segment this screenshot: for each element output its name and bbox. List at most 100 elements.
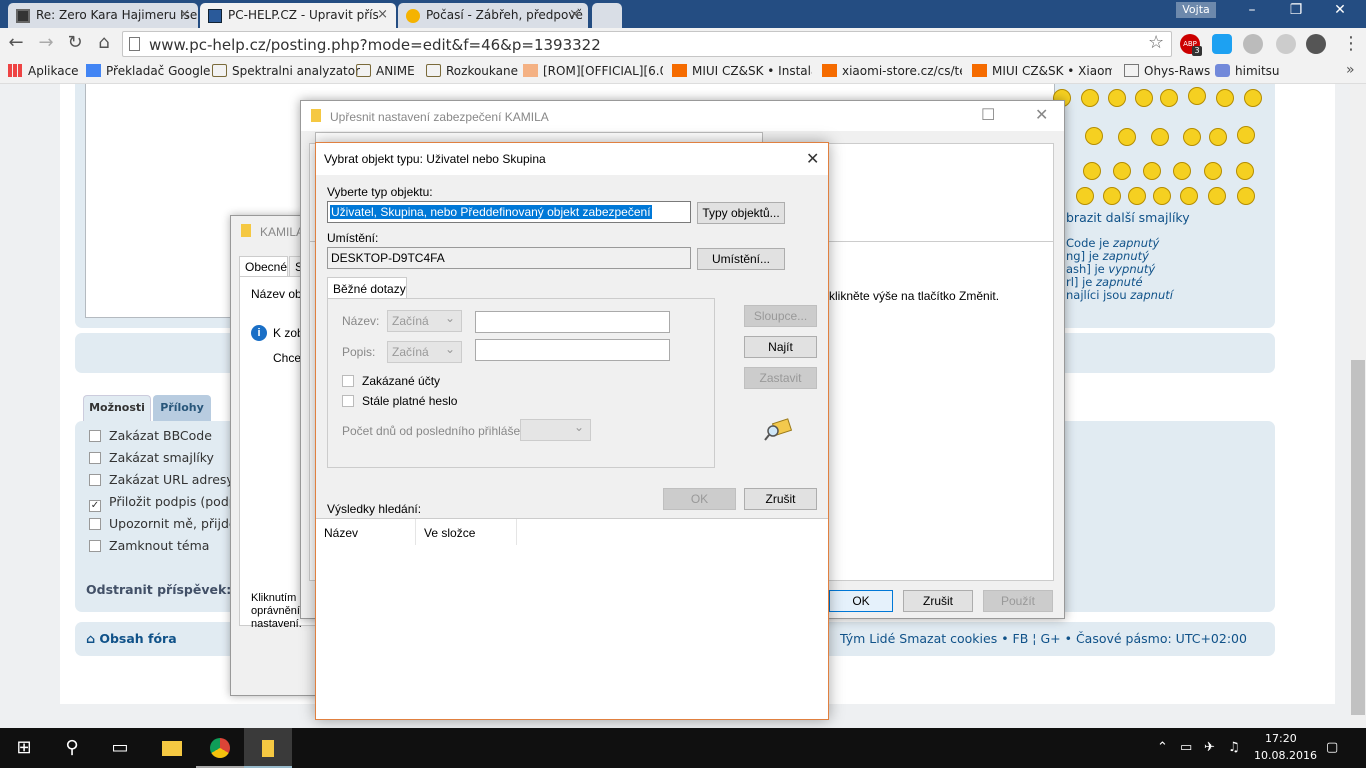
tab-common-queries[interactable]: Běžné dotazy: [327, 277, 407, 299]
checkbox[interactable]: [89, 540, 101, 552]
cancel-button[interactable]: Zrušit: [903, 590, 973, 612]
smiley-icon[interactable]: [1180, 187, 1198, 205]
menu-icon[interactable]: ⋮: [1342, 33, 1360, 54]
chevron-right-icon[interactable]: »: [1346, 62, 1355, 78]
browser-tab-pchelp[interactable]: PC-HELP.CZ - Upravit přís ×: [200, 3, 396, 28]
more-smileys-link[interactable]: brazit další smajlíky: [1066, 210, 1190, 225]
smiley-icon[interactable]: [1208, 187, 1226, 205]
description-query-input[interactable]: [475, 339, 670, 361]
object-types-button[interactable]: Typy objektů...: [697, 202, 785, 224]
checkbox[interactable]: [342, 375, 354, 387]
checkbox[interactable]: [89, 474, 101, 486]
days-since-logon-dropdown[interactable]: [520, 419, 591, 441]
footer-links[interactable]: Tým Lidé Smazat cookies • FB ¦ G+ • Časo…: [840, 631, 1247, 646]
smiley-icon[interactable]: [1153, 187, 1171, 205]
new-tab-button[interactable]: [592, 3, 622, 28]
results-list[interactable]: Název Ve složce: [316, 518, 828, 719]
option-row[interactable]: Zakázat URL adresy v: [89, 472, 245, 487]
tab-attachments[interactable]: Přílohy: [153, 395, 211, 421]
notification-icon[interactable]: ▢: [1326, 740, 1338, 755]
bookmark-apps[interactable]: Aplikace: [8, 63, 79, 81]
apply-button[interactable]: Použít: [983, 590, 1053, 612]
minimize-icon[interactable]: –: [1230, 2, 1274, 22]
gmail-icon[interactable]: [1243, 34, 1263, 54]
checkbox-checked[interactable]: ✓: [89, 500, 101, 512]
smiley-icon[interactable]: [1085, 127, 1103, 145]
disabled-accounts-checkbox[interactable]: Zakázané účty: [342, 374, 440, 388]
close-icon[interactable]: ✕: [1318, 2, 1362, 22]
option-row[interactable]: ✓ Přiložit podpis (podpis: [89, 494, 247, 512]
browser-tab-anime[interactable]: Re: Zero Kara Hajimeru Ise ×: [8, 3, 198, 28]
bookmark-himitsu[interactable]: himitsu: [1215, 63, 1280, 81]
profile-badge[interactable]: Vojta: [1176, 2, 1216, 18]
smiley-icon[interactable]: [1076, 187, 1094, 205]
bookmark-miui[interactable]: MIUI CZ&SK • Instalac: [672, 63, 812, 81]
description-filter-dropdown[interactable]: Začíná: [387, 341, 462, 363]
column-header-name[interactable]: Název: [316, 519, 416, 545]
address-bar[interactable]: www.pc-help.cz/posting.php?mode=edit&f=4…: [122, 31, 1172, 57]
clock-date[interactable]: 10.08.2016: [1254, 749, 1317, 762]
tab-options[interactable]: Možnosti: [83, 395, 151, 421]
smiley-icon[interactable]: [1209, 128, 1227, 146]
folder-window-icon[interactable]: [244, 728, 292, 768]
browser-tab-weather[interactable]: Počasí - Zábřeh, předpově ×: [398, 3, 588, 28]
option-row[interactable]: Zakázat BBCode: [89, 428, 212, 443]
columns-button[interactable]: Sloupce...: [744, 305, 817, 327]
smiley-icon[interactable]: [1083, 162, 1101, 180]
ok-button[interactable]: OK: [829, 590, 893, 612]
smiley-icon[interactable]: [1244, 89, 1262, 107]
smiley-icon[interactable]: [1151, 128, 1169, 146]
volume-icon[interactable]: ♫: [1228, 740, 1240, 755]
bookmark-xiaomi-store[interactable]: xiaomi-store.cz/cs/tel: [822, 63, 962, 81]
cancel-button[interactable]: Zrušit: [744, 488, 817, 510]
bookmark-folder[interactable]: Spektralni analyzator: [212, 63, 360, 81]
locations-button[interactable]: Umístění...: [697, 248, 785, 270]
checkbox[interactable]: [89, 518, 101, 530]
thumbs-up-icon[interactable]: [1212, 34, 1232, 54]
airplane-icon[interactable]: ✈: [1204, 740, 1215, 755]
smiley-icon[interactable]: [1113, 162, 1131, 180]
chevron-up-icon[interactable]: ⌃: [1157, 740, 1168, 755]
bookmark-ohys[interactable]: Ohys-Raws: [1124, 63, 1210, 81]
object-type-field[interactable]: Uživatel, Skupina, nebo Předdefinovaný o…: [327, 201, 691, 223]
smiley-icon[interactable]: [1143, 162, 1161, 180]
back-icon[interactable]: ←: [5, 32, 27, 54]
windows-start-icon[interactable]: ⊞: [0, 728, 48, 768]
bookmark-miui-xiaomi[interactable]: MIUI CZ&SK • Xiaomi: [972, 63, 1112, 81]
column-header-folder[interactable]: Ve složce: [417, 519, 517, 545]
smiley-icon[interactable]: [1216, 89, 1234, 107]
smiley-icon[interactable]: [1081, 89, 1099, 107]
smiley-icon[interactable]: [1160, 89, 1178, 107]
star-icon[interactable]: ☆: [1148, 32, 1164, 53]
close-icon[interactable]: ✕: [806, 149, 819, 169]
task-view-icon[interactable]: ▭: [96, 728, 144, 768]
smiley-icon[interactable]: [1108, 89, 1126, 107]
ok-button[interactable]: OK: [663, 488, 736, 510]
bookmark-google-translate[interactable]: Překladač Google: [86, 63, 210, 81]
smiley-icon[interactable]: [1237, 126, 1255, 144]
file-explorer-icon[interactable]: [148, 728, 196, 768]
close-icon[interactable]: ✕: [1035, 105, 1048, 125]
bookmark-folder[interactable]: ANIME: [356, 63, 415, 81]
reload-icon[interactable]: ↻: [64, 32, 86, 54]
smiley-icon[interactable]: [1118, 128, 1136, 146]
puzzle-icon[interactable]: [1276, 34, 1296, 54]
nonexpiring-password-checkbox[interactable]: Stále platné heslo: [342, 394, 457, 408]
smiley-icon[interactable]: [1236, 162, 1254, 180]
bookmark-xda[interactable]: [ROM][OFFICIAL][6.0.1: [523, 63, 663, 81]
bookmark-folder[interactable]: Rozkoukane: [426, 63, 518, 81]
maximize-icon[interactable]: ❐: [1274, 2, 1318, 22]
location-field[interactable]: DESKTOP-D9TC4FA: [327, 247, 691, 269]
option-row[interactable]: Upozornit mě, přijde-: [89, 516, 241, 531]
tab-general[interactable]: Obecné: [239, 256, 288, 276]
chrome-icon[interactable]: [196, 728, 244, 768]
close-icon[interactable]: ×: [377, 7, 388, 22]
option-row[interactable]: Zamknout téma: [89, 538, 209, 553]
stop-button[interactable]: Zastavit: [744, 367, 817, 389]
smiley-icon[interactable]: [1135, 89, 1153, 107]
checkbox[interactable]: [89, 430, 101, 442]
checkbox[interactable]: [342, 395, 354, 407]
checkbox[interactable]: [89, 452, 101, 464]
close-icon[interactable]: ×: [179, 7, 190, 22]
smiley-icon[interactable]: [1237, 187, 1255, 205]
